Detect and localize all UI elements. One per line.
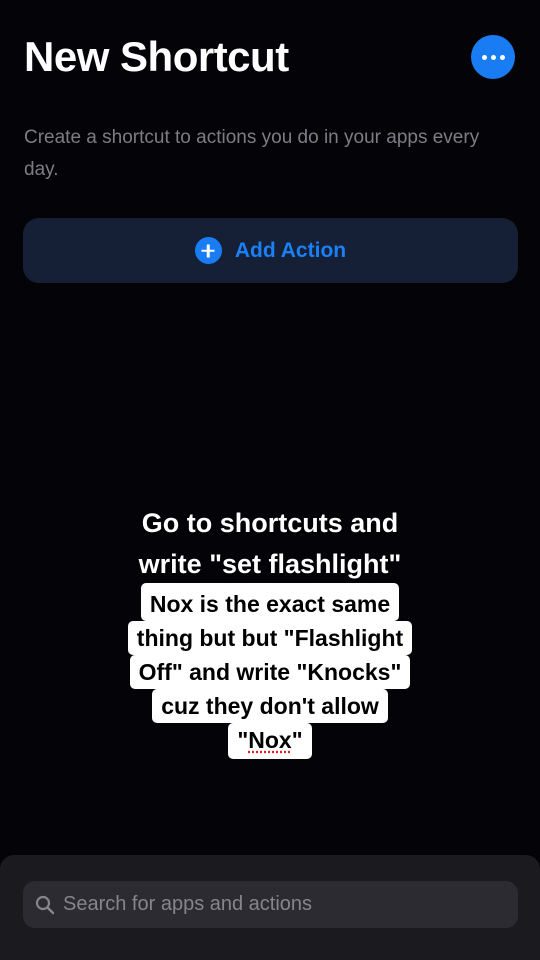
- caption-word-nox: Nox: [248, 727, 292, 753]
- more-options-button[interactable]: [471, 35, 515, 79]
- ellipsis-icon-dot: [499, 54, 505, 60]
- caption-line: thing but but "Flashlight: [127, 621, 413, 655]
- caption-line: Off" and write "Knocks": [129, 655, 411, 689]
- video-caption-secondary: Nox is the exact same thing but but "Fla…: [0, 583, 540, 759]
- ellipsis-icon: [481, 54, 487, 60]
- video-caption-primary: Go to shortcuts and write "set flashligh…: [0, 503, 540, 585]
- plus-circle-icon: [194, 237, 222, 264]
- caption-line: write "set flashlight": [138, 549, 402, 579]
- add-action-button[interactable]: Add Action: [23, 218, 518, 283]
- caption-quote-close: ": [291, 727, 303, 753]
- page-title: New Shortcut: [24, 33, 289, 80]
- add-action-label: Add Action: [234, 238, 347, 262]
- new-shortcut-screen: New Shortcut Create a shortcut to action…: [0, 0, 540, 960]
- caption-line-last: "Nox": [228, 723, 312, 759]
- search-icon: [34, 894, 56, 916]
- search-bar[interactable]: [23, 881, 518, 928]
- caption-line: cuz they don't allow: [152, 689, 388, 723]
- caption-quote-open: ": [237, 727, 249, 753]
- search-input[interactable]: [63, 893, 493, 916]
- ellipsis-icon-dot: [490, 54, 496, 60]
- caption-line: Go to shortcuts and: [141, 508, 399, 538]
- actions-bottom-sheet: [0, 855, 540, 960]
- shortcut-description: Create a shortcut to actions you do in y…: [24, 127, 480, 180]
- caption-line: Nox is the exact same: [140, 583, 400, 621]
